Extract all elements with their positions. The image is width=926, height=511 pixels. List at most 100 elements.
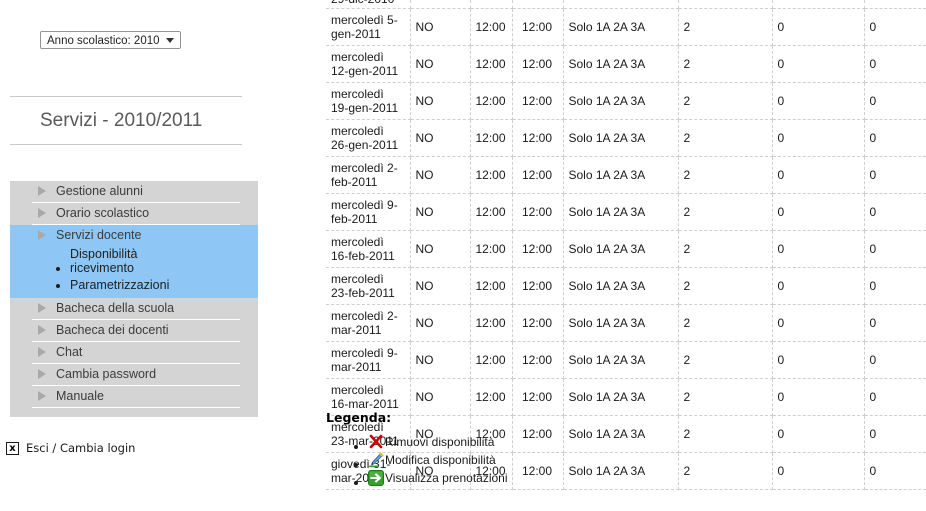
legend-item-label: Visualizza prenotazioni <box>385 471 508 485</box>
triangle-right-icon <box>38 347 46 357</box>
table-row: mercoledì 2-feb-2011 NO 12:00 12:00 Solo 1A … <box>326 156 926 194</box>
table-cell-from: 12:00 <box>470 8 513 46</box>
table-cell-classes: Solo 1A 2A 3A <box>563 119 679 157</box>
table-cell-to: 12:00 <box>512 193 564 231</box>
table-cell-p2: 0 <box>864 304 926 342</box>
table-cell-festivo: NO <box>410 119 471 157</box>
table-cell-from: 12:00 <box>470 304 513 342</box>
table-cell-festivo: NO <box>410 267 471 305</box>
table-cell-num: 2 <box>678 267 773 305</box>
table-cell-to: 12:00 <box>512 119 564 157</box>
sidebar-item-gestione-alunni[interactable]: Gestione alunni <box>32 181 240 203</box>
table-cell-p2: 0 <box>864 193 926 231</box>
table-cell-num: 2 <box>678 230 773 268</box>
sidebar-item-manuale[interactable]: Manuale <box>32 386 240 408</box>
sidebar-item-label: Servizi docente <box>56 228 142 242</box>
legend-item: Visualizza prenotazioni <box>368 470 886 486</box>
sidebar-subitem-parametrizzazioni[interactable]: Parametrizzazioni <box>70 277 258 294</box>
table-cell-date: 29-dic-2010 <box>326 0 411 9</box>
table-cell-p1: 0 <box>772 341 865 379</box>
table-cell-from: 12:00 <box>470 341 513 379</box>
table-cell-from: 12:00 <box>470 156 513 194</box>
table-cell-from: 12:00 <box>470 82 513 120</box>
page-title: Servizi - 2010/2011 <box>40 110 203 131</box>
table-cell-num: 2 <box>678 304 773 342</box>
sidebar-item-cambia-password[interactable]: Cambia password <box>32 364 240 386</box>
delete-x-icon <box>368 434 384 450</box>
table-cell-from: 12:00 <box>470 267 513 305</box>
sidebar-submenu: Disponibilità ricevimento Parametrizzazio… <box>10 246 258 298</box>
triangle-right-icon <box>38 186 46 196</box>
table-cell-date: mercoledì 12-gen-2011 <box>326 45 411 83</box>
sidebar-subitem-disponibilit-ricevimento[interactable]: Disponibilità ricevimento <box>70 246 258 277</box>
table-cell-num: 2 <box>678 156 773 194</box>
table-row: mercoledì 2-mar-2011 NO 12:00 12:00 Solo 1A … <box>326 304 926 342</box>
table-cell-date: mercoledì 5-gen-2011 <box>326 8 411 46</box>
sidebar-item-label: Manuale <box>56 389 104 403</box>
sidebar-item-label: Cambia password <box>56 367 157 381</box>
page-title-block: Servizi - 2010/2011 <box>10 96 242 145</box>
legend-item-row: Visualizza prenotazioni <box>368 470 886 486</box>
legend-item-row: Rimuovi disponibilità <box>368 434 886 450</box>
school-year-select[interactable]: Anno scolastico: 2010 <box>40 31 181 49</box>
legend-title: Legenda: <box>326 410 392 425</box>
sidebar-group-5: Chat <box>10 342 258 364</box>
table-cell-classes: Solo 1A 2A 3A <box>563 304 679 342</box>
table-cell-p2: 0 <box>864 156 926 194</box>
table-cell-classes: Solo 1A 2A 3A <box>563 8 679 46</box>
table-cell-date: mercoledì 23-feb-2011 <box>326 267 411 305</box>
table-cell-classes: Solo 1A 2A 3A <box>563 230 679 268</box>
sidebar-item-bacheca-dei-docenti[interactable]: Bacheca dei docenti <box>32 320 240 342</box>
sidebar-group-6: Cambia password <box>10 364 258 386</box>
table-cell-p1: 0 <box>772 156 865 194</box>
table-row: mercoledì 9-mar-2011 NO 12:00 12:00 Solo 1A … <box>326 341 926 379</box>
table-cell-classes: Solo 1A 2A 3A <box>563 82 679 120</box>
sidebar-item-bacheca-della-scuola[interactable]: Bacheca della scuola <box>32 298 240 320</box>
table-cell-festivo: NO <box>410 8 471 46</box>
sidebar-item-label: Bacheca della scuola <box>56 301 175 315</box>
close-x-icon: x <box>6 441 19 455</box>
table-cell-festivo: NO <box>410 45 471 83</box>
triangle-right-icon <box>38 208 46 218</box>
table-cell-date: mercoledì 9-mar-2011 <box>326 341 411 379</box>
table-cell-p1: 0 <box>772 267 865 305</box>
table-row: mercoledì 26-gen-2011 NO 12:00 12:00 Solo 1A… <box>326 119 926 157</box>
table-cell-to <box>512 0 564 9</box>
sidebar-item-label: Gestione alunni <box>56 184 143 198</box>
legend-section: Legenda: Rimuovi disponibilità Modifica d… <box>326 410 886 488</box>
table-row: mercoledì 9-feb-2011 NO 12:00 12:00 Solo 1A … <box>326 193 926 231</box>
sidebar-item-servizi-docente[interactable]: Servizi docente <box>32 225 240 246</box>
sidebar-item-orario-scolastico[interactable]: Orario scolastico <box>32 203 240 225</box>
table-cell-festivo: NO <box>410 304 471 342</box>
table-cell-to: 12:00 <box>512 8 564 46</box>
triangle-right-icon <box>38 230 46 240</box>
table-cell-festivo: NO <box>410 156 471 194</box>
table-cell-festivo: NO <box>410 230 471 268</box>
table-cell-festivo: NO <box>410 193 471 231</box>
triangle-right-icon <box>38 325 46 335</box>
table-cell-p2: 0 <box>864 119 926 157</box>
sidebar-item-label: Chat <box>56 345 83 359</box>
table-cell-classes: Solo 1A 2A 3A <box>563 341 679 379</box>
sidebar-item-chat[interactable]: Chat <box>32 342 240 364</box>
table-cell-p1: 0 <box>772 45 865 83</box>
table-cell-date: mercoledì 2-mar-2011 <box>326 304 411 342</box>
legend-item-label: Rimuovi disponibilità <box>385 435 495 449</box>
table-cell-to: 12:00 <box>512 156 564 194</box>
table-cell-classes <box>563 0 679 9</box>
table-cell-from <box>470 0 513 9</box>
table-cell-date: mercoledì 9-feb-2011 <box>326 193 411 231</box>
logout-row[interactable]: x Esci / Cambia login <box>6 441 135 455</box>
legend-item-label: Modifica disponibilità <box>385 453 496 467</box>
clipped-date-text: 29-dic-2010 <box>331 0 404 5</box>
table-cell-from: 12:00 <box>470 119 513 157</box>
table-cell-classes: Solo 1A 2A 3A <box>563 267 679 305</box>
legend-item: Rimuovi disponibilità <box>368 434 886 450</box>
table-cell-festivo: NO <box>410 341 471 379</box>
table-cell-p1: 0 <box>772 8 865 46</box>
table-row: mercoledì 16-feb-2011 NO 12:00 12:00 Solo 1A… <box>326 230 926 268</box>
table-cell-date: mercoledì 19-gen-2011 <box>326 82 411 120</box>
sidebar-subitem-label: Disponibilità ricevimento <box>70 247 138 275</box>
sidebar-group-1: Orario scolastico <box>10 203 258 225</box>
table-cell-from: 12:00 <box>470 230 513 268</box>
